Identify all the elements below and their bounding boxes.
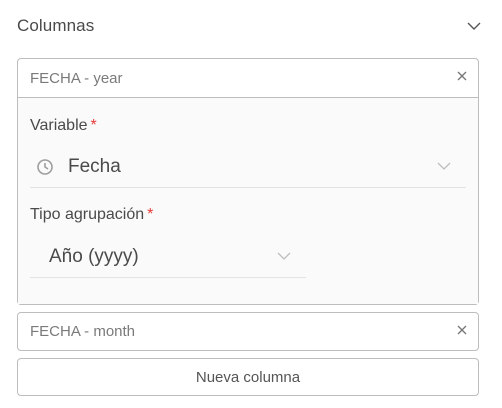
column-card-header[interactable]: FECHA - year (18, 59, 478, 98)
required-mark: * (147, 206, 154, 223)
clock-icon (37, 159, 53, 175)
chevron-down-icon (277, 252, 291, 260)
chevron-down-icon[interactable] (466, 20, 482, 32)
column-card-month: FECHA - month (17, 312, 479, 351)
close-icon[interactable] (456, 324, 468, 336)
columns-panel: Columnas FECHA - year Variable * Fecha T… (0, 0, 502, 408)
column-card-header[interactable]: FECHA - month (18, 313, 478, 350)
column-title: FECHA - month (30, 323, 136, 340)
grouping-value: Año (yyyy) (49, 246, 139, 267)
column-card-year: FECHA - year Variable * Fecha Tipo agrup… (17, 58, 479, 305)
grouping-select[interactable]: Año (yyyy) (30, 238, 306, 278)
variable-select[interactable]: Fecha (30, 148, 466, 188)
column-card-body: Variable * Fecha Tipo agrupación * Año (yy… (18, 98, 478, 304)
chevron-down-icon (437, 162, 451, 170)
variable-label: Variable * (30, 117, 97, 134)
grouping-label: Tipo agrupación * (30, 206, 154, 223)
close-icon[interactable] (456, 70, 468, 82)
column-title: FECHA - year (30, 70, 123, 87)
section-title: Columnas (17, 16, 95, 35)
new-column-button[interactable]: Nueva columna (17, 358, 479, 396)
columns-section-header[interactable]: Columnas (0, 0, 502, 56)
required-mark: * (90, 117, 97, 134)
variable-value: Fecha (68, 156, 121, 177)
